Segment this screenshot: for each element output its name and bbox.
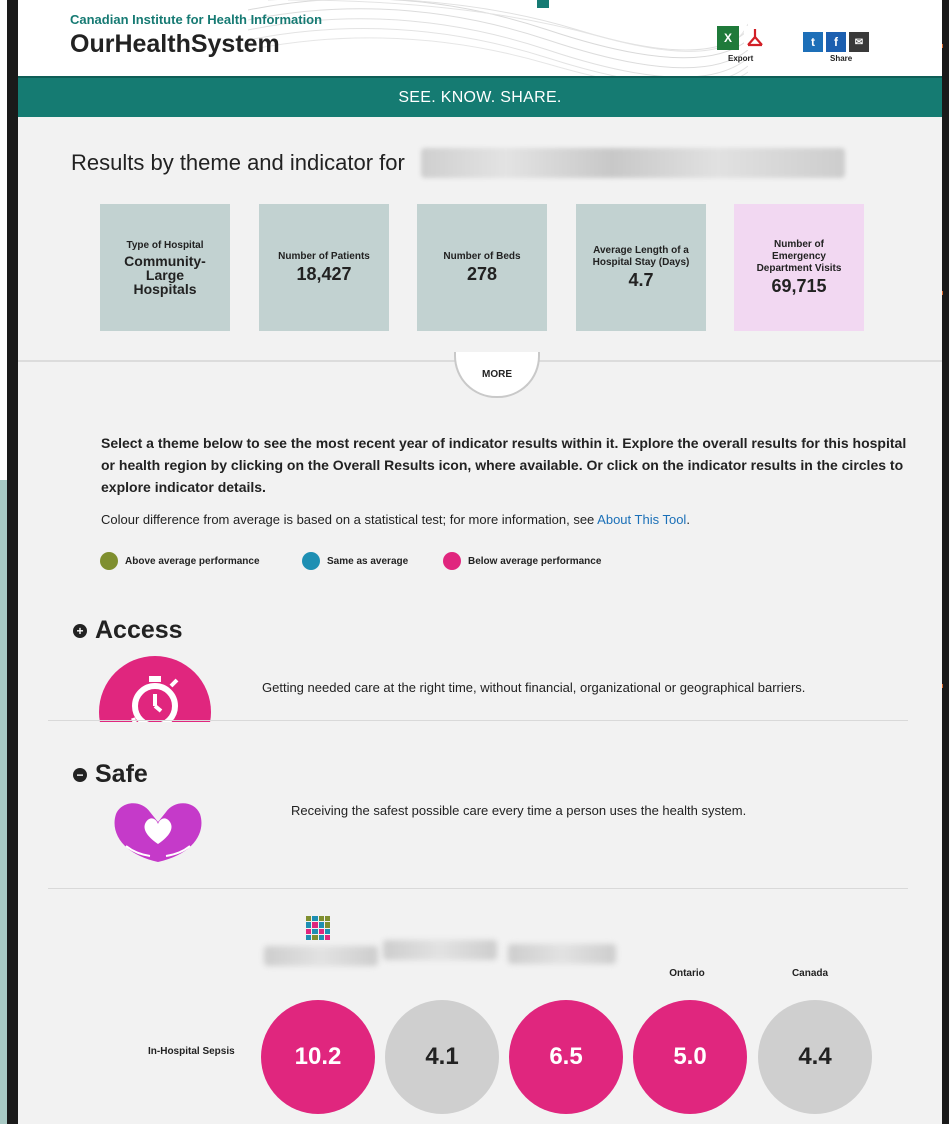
- blurred-column-header: [508, 944, 616, 964]
- card-value: 278: [466, 264, 498, 284]
- email-glyph: ✉: [854, 36, 864, 48]
- more-label: MORE: [482, 368, 512, 380]
- page-content: Canadian Institute for Health Informatio…: [18, 0, 942, 1124]
- theme-title: Access: [95, 616, 183, 644]
- pdf-icon[interactable]: [744, 26, 766, 50]
- column-header-ontario: Ontario: [669, 968, 705, 979]
- facebook-glyph: f: [834, 35, 838, 49]
- site-header: Canadian Institute for Health Informatio…: [18, 0, 942, 77]
- card-label: Average Length of a Hospital Stay (Days): [592, 245, 690, 268]
- email-icon[interactable]: ✉: [849, 32, 869, 52]
- theme-access-description: Getting needed care at the right time, w…: [262, 680, 806, 695]
- facebook-icon[interactable]: f: [826, 32, 846, 52]
- card-value: Community- Large Hospitals: [124, 252, 206, 297]
- result-circle-region[interactable]: 6.5: [509, 1000, 623, 1114]
- result-circle-hospital[interactable]: 10.2: [261, 1000, 375, 1114]
- same-average-dot-icon: [302, 552, 320, 570]
- about-tool-link[interactable]: About This Tool: [597, 512, 686, 527]
- note-end: .: [686, 512, 690, 527]
- legend-same: Same as average: [302, 552, 408, 570]
- legend-label: Above average performance: [125, 555, 260, 567]
- theme-access-header[interactable]: + Access: [73, 616, 183, 645]
- above-average-dot-icon: [100, 552, 118, 570]
- legend-label: Below average performance: [468, 555, 602, 567]
- colour-note: Colour difference from average is based …: [101, 512, 690, 527]
- share-label: Share: [830, 54, 853, 63]
- card-value: 18,427: [296, 264, 352, 284]
- site-brand[interactable]: OurHealthSystem: [70, 30, 280, 59]
- excel-glyph: X: [723, 31, 732, 45]
- card-hospital-type: Type of Hospital Community- Large Hospit…: [100, 204, 230, 331]
- results-title: Results by theme and indicator for: [71, 150, 405, 175]
- overall-results-grid-icon[interactable]: [306, 916, 330, 940]
- theme-safe-header[interactable]: − Safe: [73, 760, 148, 789]
- tagline-text: SEE. KNOW. SHARE.: [398, 88, 562, 106]
- collapse-icon: −: [73, 767, 87, 782]
- card-length-of-stay: Average Length of a Hospital Stay (Days)…: [576, 204, 706, 331]
- theme-separator: [48, 888, 908, 889]
- card-value: 4.7: [628, 270, 654, 290]
- export-label: Export: [728, 54, 754, 63]
- card-label: Number of Patients: [278, 251, 370, 262]
- indicator-label: In-Hospital Sepsis: [148, 1046, 235, 1057]
- legend-above: Above average performance: [100, 552, 260, 570]
- access-icon-clip: [99, 656, 211, 722]
- intro-text: Select a theme below to see the most rec…: [101, 435, 907, 495]
- card-label: Number of Emergency Department Visits: [756, 239, 842, 274]
- theme-title: Safe: [95, 760, 148, 788]
- blurred-hospital-name: [421, 148, 845, 178]
- result-circle-peer[interactable]: 4.1: [385, 1000, 499, 1114]
- result-circle-ontario[interactable]: 5.0: [633, 1000, 747, 1114]
- left-frame-bar: [7, 0, 18, 1124]
- card-patients: Number of Patients 18,427: [259, 204, 389, 331]
- card-value: 69,715: [771, 276, 827, 296]
- top-badge: [537, 0, 549, 8]
- result-circle-canada[interactable]: 4.4: [758, 1000, 872, 1114]
- twitter-icon[interactable]: t: [803, 32, 823, 52]
- column-header-canada: Canada: [791, 968, 829, 979]
- note-text: Colour difference from average is based …: [101, 512, 598, 527]
- blurred-column-header: [264, 946, 378, 966]
- excel-icon[interactable]: X: [717, 26, 739, 50]
- tagline-banner: SEE. KNOW. SHARE.: [18, 76, 942, 117]
- left-edge-strip: [0, 480, 7, 1124]
- twitter-glyph: t: [811, 35, 815, 49]
- more-button[interactable]: MORE: [454, 352, 540, 398]
- card-label: Type of Hospital: [126, 239, 204, 251]
- expand-icon: +: [73, 623, 87, 638]
- below-average-dot-icon: [443, 552, 461, 570]
- card-emergency-visits: Number of Emergency Department Visits 69…: [734, 204, 864, 331]
- card-label: Number of Beds: [443, 251, 521, 262]
- theme-safe-description: Receiving the safest possible care every…: [291, 803, 747, 818]
- card-beds: Number of Beds 278: [417, 204, 547, 331]
- header-swoosh-decoration: [248, 0, 748, 76]
- stopwatch-icon[interactable]: [99, 656, 211, 722]
- legend-label: Same as average: [327, 555, 409, 567]
- legend-below: Below average performance: [443, 552, 601, 570]
- right-frame-bar: [942, 0, 949, 1124]
- institute-name: Canadian Institute for Health Informatio…: [70, 12, 323, 27]
- theme-separator: [48, 720, 908, 721]
- hands-heart-icon[interactable]: [106, 796, 210, 868]
- blurred-column-header: [383, 940, 497, 960]
